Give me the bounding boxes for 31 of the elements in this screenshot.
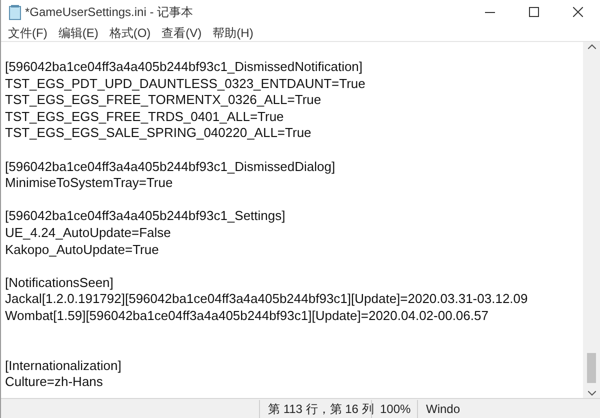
close-icon	[573, 7, 583, 17]
vertical-scrollbar[interactable]	[583, 42, 600, 398]
text-line: Kakopo_AutoUpdate=True	[5, 242, 159, 257]
text-line: [596042ba1ce04ff3a4a405b244bf93c1_DismissedDialog]	[5, 158, 336, 174]
scroll-down-icon	[588, 391, 596, 396]
scroll-up-icon	[588, 44, 596, 49]
menu-item[interactable]: 查看(V)	[158, 24, 205, 42]
text-line: Culture=zh-Hans	[5, 374, 103, 390]
menu-item[interactable]: 文件(F)	[5, 24, 50, 42]
line-ending: Windo	[417, 400, 460, 418]
text-line: MinimiseToSystemTray=True	[5, 175, 173, 190]
text-line: [NotificationsSeen]	[5, 274, 114, 290]
scrollbar-thumb[interactable]	[587, 353, 596, 383]
menu-item[interactable]: 帮助(H)	[210, 24, 256, 42]
text-line: Wombat[1.59][596042ba1ce04ff3a4a405b244bf93c1][Update]=2020.04.02-00.06.57	[5, 308, 488, 323]
text-line: [Internationalization]	[5, 358, 122, 373]
maximize-icon	[529, 7, 539, 17]
window-title: *GameUserSettings.ini - 记事本	[25, 4, 194, 21]
menu-item[interactable]: 编辑(E)	[55, 24, 102, 42]
text-line: TST_EGS_EGS_FREE_TORMENTX_0326_ALL=True	[5, 92, 322, 108]
text-line: TST_EGS_EGS_SALE_SPRING_040220_ALL=True	[5, 125, 312, 140]
text-line: TST_EGS_EGS_FREE_TRDS_0401_ALL=True	[5, 108, 284, 124]
menu-item[interactable]: 格式(O)	[106, 24, 154, 42]
cursor-position: 第 113 行，第 16 列	[259, 400, 371, 418]
text-line: [596042ba1ce04ff3a4a405b244bf93c1_DismissedNotification]	[5, 59, 363, 74]
notepad-icon	[9, 4, 21, 20]
zoom-level: 100%	[371, 400, 417, 418]
text-line: [596042ba1ce04ff3a4a405b244bf93c1_Settings]	[5, 208, 286, 224]
text-line: UE_4.24_AutoUpdate=False	[5, 224, 171, 240]
text-line: TST_EGS_PDT_UPD_DAUNTLESS_0323_ENTDAUNT=True	[5, 76, 366, 91]
text-line: Jackal[1.2.0.191792][596042ba1ce04ff3a4a405b244bf93c1][Update]=2020.03.31-03.12.09	[5, 291, 528, 306]
